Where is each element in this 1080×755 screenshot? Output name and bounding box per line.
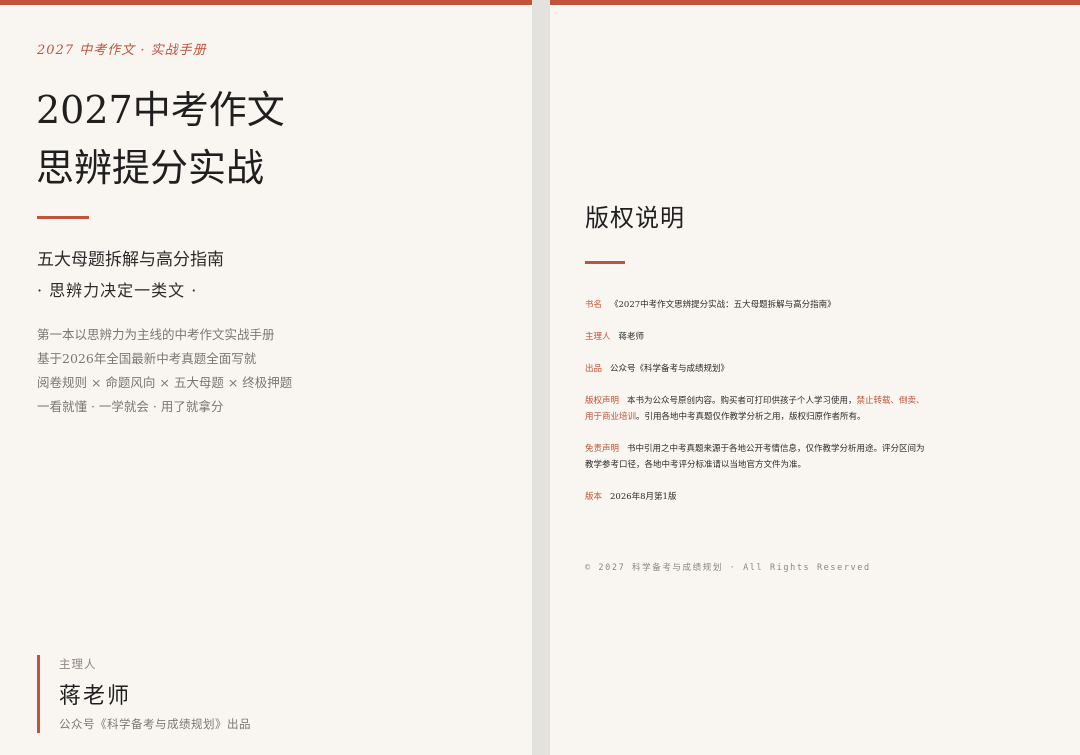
info-label: 版本 — [585, 492, 603, 502]
info-label: 免责声明 — [585, 444, 620, 454]
copyright-footer: © 2027 科学备考与成绩规划 · All Rights Reserved — [585, 563, 871, 573]
info-label: 出品 — [585, 364, 603, 374]
info-value: 本书为公众号原创内容。购买者可打印供孩子个人学习使用， — [627, 396, 857, 406]
info-label: 书名 — [585, 300, 603, 310]
feature-item: 第一本以思辨力为主线的中考作文实战手册 — [37, 327, 275, 342]
title-divider — [37, 216, 89, 219]
author-role: 主理人 — [59, 657, 97, 671]
copyright-heading: 版权说明 — [585, 204, 685, 232]
feature-item: 阅卷规则 × 命题风向 × 五大母题 × 终极押题 — [37, 375, 293, 390]
info-value: 《2027中考作文思辨提分实战：五大母题拆解与高分指南》 — [610, 300, 836, 310]
copyright-page: 版权说明 书名 《2027中考作文思辨提分实战：五大母题拆解与高分指南》 主理人蒋… — [550, 0, 1080, 755]
info-row-publisher: 出品 公众号《科学备考与成绩规划》 — [585, 361, 930, 377]
info-value: 。引用各地中考真题仅作教学分析之用，版权归原作者所有。 — [636, 412, 866, 422]
author-publisher: 公众号《科学备考与成绩规划》出品 — [59, 717, 251, 731]
book-title-line-1: 2027中考作文 — [36, 88, 285, 132]
info-label: 主理人 — [585, 332, 611, 342]
book-title-line-2: 思辨提分实战 — [36, 146, 265, 190]
info-row-title: 书名 《2027中考作文思辨提分实战：五大母题拆解与高分指南》 — [585, 297, 930, 313]
info-row-copyright: 版权声明 本书为公众号原创内容。购买者可打印供孩子个人学习使用，禁止转载、倒卖、用… — [585, 393, 930, 425]
feature-item: 一看就懂 · 一学就会 · 用了就拿分 — [37, 399, 224, 414]
book-subtitle: 五大母题拆解与高分指南 — [37, 250, 224, 270]
info-row-disclaimer: 免责声明 书中引用之中考真题来源于各地公开考情信息，仅作教学分析用途。评分区间为教… — [585, 441, 930, 473]
author-name: 蒋老师 — [59, 684, 132, 709]
feature-item: 基于2026年全国最新中考真题全面写就 — [37, 351, 257, 366]
cover-page: 2027 中考作文 · 实战手册 2027中考作文 思辨提分实战 五大母题拆解与… — [0, 0, 532, 755]
info-label: 版权声明 — [585, 396, 620, 406]
info-row-host: 主理人 蒋老师 — [585, 329, 930, 345]
info-value: 2026年8月第1版 — [610, 492, 677, 502]
feature-list: 第一本以思辨力为主线的中考作文实战手册 基于2026年全国最新中考真题全面写就 … — [37, 323, 292, 419]
info-row-edition: 版本 2026年8月第1版 — [585, 489, 930, 505]
author-block: 主理人 蒋老师 公众号《科学备考与成绩规划》出品 — [37, 655, 251, 733]
info-value: 蒋老师 — [618, 332, 645, 342]
copyright-info: 书名 《2027中考作文思辨提分实战：五大母题拆解与高分指南》 主理人 蒋老师 出品… — [585, 297, 930, 521]
heading-divider — [585, 261, 625, 264]
book-slogan: · 思辨力决定一类文 · — [37, 281, 198, 300]
info-value: 公众号《科学备考与成绩规划》 — [610, 364, 730, 374]
info-value: 书中引用之中考真题来源于各地公开考情信息，仅作教学分析用途。评分区间为教学参考口… — [585, 444, 925, 470]
series-label: 2027 中考作文 · 实战手册 — [37, 43, 207, 58]
